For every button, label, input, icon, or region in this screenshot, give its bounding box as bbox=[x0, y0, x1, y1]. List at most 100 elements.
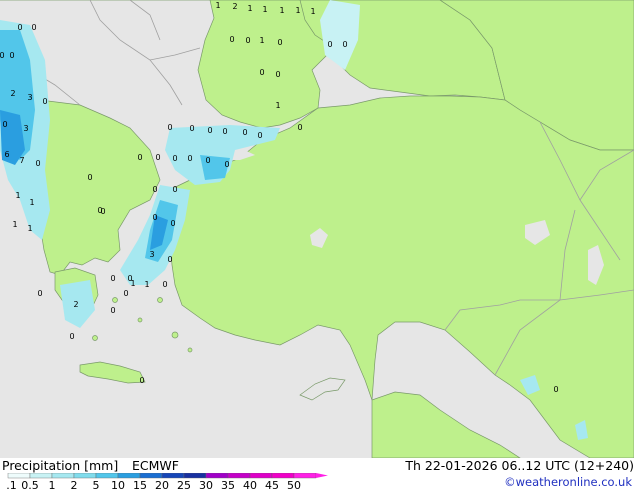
precip-label: 0 bbox=[152, 213, 157, 222]
precip-label: 0 bbox=[257, 131, 262, 140]
precip-label: 0 bbox=[222, 127, 227, 136]
precip-label: 0 bbox=[205, 156, 210, 165]
precip-label: 0 bbox=[172, 154, 177, 163]
precip-label: 0 bbox=[123, 289, 128, 298]
precip-label: 0 bbox=[189, 124, 194, 133]
precip-label: 0 bbox=[342, 40, 347, 49]
precip-label: 1 bbox=[279, 6, 284, 15]
precip-label: 0 bbox=[187, 154, 192, 163]
precip-label: 1 bbox=[295, 6, 300, 15]
scale-swatch bbox=[7, 473, 31, 479]
precip-label: 0 bbox=[327, 40, 332, 49]
precip-label: 3 bbox=[27, 93, 32, 102]
scale-tick-label: 25 bbox=[177, 479, 191, 491]
precip-label: 0 bbox=[229, 35, 234, 44]
scale-swatch bbox=[117, 473, 141, 479]
scale-swatch bbox=[95, 473, 119, 479]
scale-tick-label: 35 bbox=[221, 479, 235, 491]
precip-label: 0 bbox=[275, 70, 280, 79]
scale-tick-label: 40 bbox=[243, 479, 257, 491]
precip-label: 0 bbox=[139, 376, 144, 385]
precip-label: 7 bbox=[19, 156, 24, 165]
precip-label: 1 bbox=[144, 280, 149, 289]
precip-label: 0 bbox=[37, 289, 42, 298]
precip-label: 2 bbox=[73, 300, 78, 309]
precip-label: 2 bbox=[10, 89, 15, 98]
precip-label: 3 bbox=[23, 124, 28, 133]
precip-label: 1 bbox=[262, 5, 267, 14]
precip-label: 0 bbox=[97, 206, 102, 215]
scale-tick-label: 45 bbox=[265, 479, 279, 491]
scale-tick-label: 5 bbox=[93, 479, 100, 491]
precip-label: 0 bbox=[167, 123, 172, 132]
precip-label: 3 bbox=[149, 250, 154, 259]
precip-label: 0 bbox=[152, 185, 157, 194]
scale-swatch bbox=[51, 473, 75, 479]
precip-label: 0 bbox=[553, 385, 558, 394]
precip-label: 1 bbox=[12, 220, 17, 229]
precip-label: 1 bbox=[259, 36, 264, 45]
precip-label: 1 bbox=[15, 191, 20, 200]
precip-label: 0 bbox=[277, 38, 282, 47]
precip-label: 1 bbox=[29, 198, 34, 207]
scale-swatch bbox=[271, 473, 295, 479]
precip-label: 1 bbox=[275, 101, 280, 110]
precip-label: 0 bbox=[31, 23, 36, 32]
scale-swatch bbox=[161, 473, 185, 479]
precip-label: 0 bbox=[162, 280, 167, 289]
precip-label: 0 bbox=[0, 51, 5, 60]
precip-label: 1 bbox=[27, 224, 32, 233]
precip-label: 6 bbox=[4, 150, 9, 159]
precip-label: 0 bbox=[127, 274, 132, 283]
precip-label: 0 bbox=[242, 128, 247, 137]
scale-tick-label: 1 bbox=[49, 479, 56, 491]
precip-label: 0 bbox=[259, 68, 264, 77]
precip-label: 1 bbox=[310, 7, 315, 16]
precipitation-map: 1 2 1 1 1 1 1 0 0 1 0 0 0 0 0 0 0 1 0 0 … bbox=[0, 0, 634, 458]
credit-link[interactable]: ©weatheronline.co.uk bbox=[504, 475, 632, 489]
precip-label: 1 bbox=[215, 1, 220, 10]
precip-label: 0 bbox=[35, 159, 40, 168]
scale-tick-label: 2 bbox=[71, 479, 78, 491]
precip-label: 0 bbox=[207, 126, 212, 135]
scale-swatch bbox=[205, 473, 229, 479]
scale-swatch bbox=[139, 473, 163, 479]
scale-tick-label: 10 bbox=[111, 479, 125, 491]
scale-swatch bbox=[293, 473, 317, 479]
color-scale: 0.10.5125101520253035404550 bbox=[6, 473, 328, 491]
scale-tick-label: 30 bbox=[199, 479, 213, 491]
precip-label: 0 bbox=[224, 160, 229, 169]
legend-title: Precipitation [mm] bbox=[2, 458, 119, 473]
precip-label: 0 bbox=[155, 153, 160, 162]
precip-label: 0 bbox=[245, 36, 250, 45]
scale-swatch bbox=[227, 473, 251, 479]
precip-label: 0 bbox=[42, 97, 47, 106]
scale-tick-label: 20 bbox=[155, 479, 169, 491]
model-name: ECMWF bbox=[132, 458, 179, 473]
scale-tick-label: 50 bbox=[287, 479, 301, 491]
precip-label: 0 bbox=[87, 173, 92, 182]
scale-swatch bbox=[73, 473, 97, 479]
precip-label: 0 bbox=[17, 23, 22, 32]
legend-footer: Precipitation [mm] ECMWF Th 22-01-2026 0… bbox=[0, 458, 634, 491]
run-info: Th 22-01-2026 06..12 UTC (12+240) bbox=[405, 458, 634, 473]
precip-label: 1 bbox=[247, 4, 252, 13]
precip-label: 0 bbox=[170, 219, 175, 228]
scale-arrow bbox=[316, 473, 328, 478]
scale-swatch bbox=[29, 473, 53, 479]
scale-tick-label: 0.5 bbox=[21, 479, 39, 491]
precip-label: 0 bbox=[69, 332, 74, 341]
precip-label: 2 bbox=[232, 2, 237, 11]
precip-label: 0 bbox=[9, 51, 14, 60]
scale-swatch bbox=[249, 473, 273, 479]
precip-label: 0 bbox=[137, 153, 142, 162]
precip-label: 0 bbox=[167, 255, 172, 264]
precip-label: 0 bbox=[2, 120, 7, 129]
scale-tick-label: 15 bbox=[133, 479, 147, 491]
scale-swatch bbox=[183, 473, 207, 479]
precip-label: 0 bbox=[297, 123, 302, 132]
scale-tick-label: 0.1 bbox=[6, 479, 17, 491]
precip-label: 0 bbox=[110, 306, 115, 315]
precip-label: 0 bbox=[110, 274, 115, 283]
precip-label: 0 bbox=[172, 185, 177, 194]
